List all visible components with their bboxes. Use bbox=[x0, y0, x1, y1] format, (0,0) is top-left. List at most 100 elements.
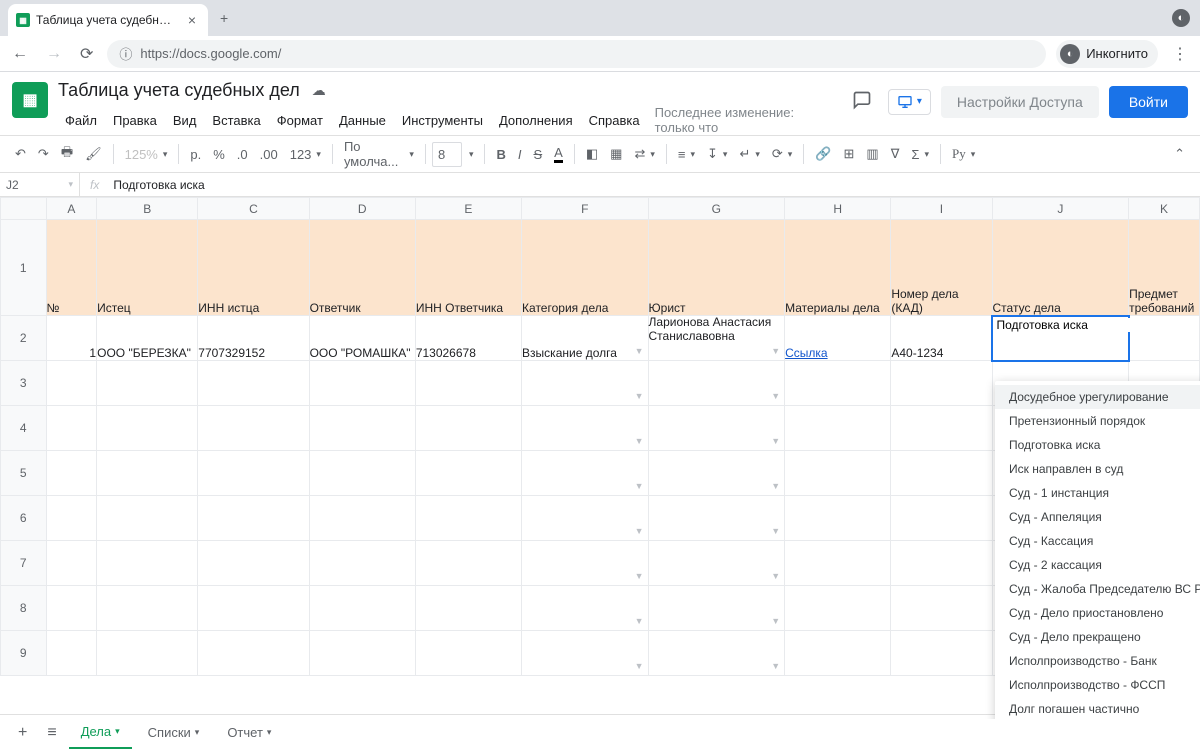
cell[interactable]: ▼ bbox=[522, 406, 648, 451]
cell[interactable] bbox=[309, 496, 415, 541]
undo-button[interactable]: ↶ bbox=[10, 142, 31, 166]
chevron-down-icon[interactable]: ▼ bbox=[771, 436, 780, 446]
cell[interactable]: ▼ bbox=[648, 541, 785, 586]
select-all-corner[interactable] bbox=[1, 198, 47, 220]
sheet-tab-spiski[interactable]: Списки▾ bbox=[136, 717, 212, 748]
cell[interactable] bbox=[198, 631, 309, 676]
merge-button[interactable]: ⇄ bbox=[629, 142, 659, 166]
cell[interactable] bbox=[97, 361, 198, 406]
row-header-7[interactable]: 7 bbox=[1, 541, 47, 586]
cell[interactable]: ▼ bbox=[522, 451, 648, 496]
cell[interactable] bbox=[309, 361, 415, 406]
chevron-down-icon[interactable]: ▼ bbox=[635, 346, 644, 356]
cell[interactable] bbox=[415, 361, 521, 406]
wrap-button[interactable]: ↵ bbox=[734, 142, 764, 166]
cell[interactable] bbox=[785, 631, 891, 676]
signin-button[interactable]: Войти bbox=[1109, 86, 1188, 118]
cell-K1[interactable]: Предмет требований bbox=[1129, 220, 1200, 316]
chevron-down-icon[interactable]: ▼ bbox=[635, 661, 644, 671]
col-header-J[interactable]: J bbox=[992, 198, 1129, 220]
cell[interactable] bbox=[785, 496, 891, 541]
number-format-selector[interactable]: 123 bbox=[285, 143, 326, 166]
fill-color-button[interactable]: ◧ bbox=[581, 142, 603, 166]
insert-link-button[interactable]: 🔗 bbox=[810, 142, 836, 166]
comments-icon[interactable] bbox=[846, 84, 878, 119]
browser-menu-button[interactable]: ⋮ bbox=[1168, 40, 1192, 68]
menu-help[interactable]: Справка bbox=[582, 109, 647, 132]
valign-button[interactable]: ↧ bbox=[702, 142, 732, 166]
functions-button[interactable]: Σ bbox=[906, 143, 934, 166]
cell-D2[interactable]: ООО "РОМАШКА" bbox=[309, 316, 415, 361]
cell[interactable] bbox=[891, 496, 992, 541]
cell-E1[interactable]: ИНН Ответчика bbox=[415, 220, 521, 316]
cell[interactable] bbox=[46, 451, 97, 496]
menu-view[interactable]: Вид bbox=[166, 109, 204, 132]
font-size-dd[interactable]: ▾ bbox=[464, 145, 479, 164]
cell[interactable] bbox=[97, 406, 198, 451]
chevron-down-icon[interactable]: ▼ bbox=[771, 616, 780, 626]
cell-G2[interactable]: Ларионова Анастасия Станиславовна▼ bbox=[648, 316, 785, 361]
cell[interactable] bbox=[891, 541, 992, 586]
cell-D1[interactable]: Ответчик bbox=[309, 220, 415, 316]
menu-insert[interactable]: Вставка bbox=[205, 109, 267, 132]
dropdown-option[interactable]: Суд - Дело приостановлено bbox=[995, 601, 1200, 625]
chevron-down-icon[interactable]: ▼ bbox=[635, 526, 644, 536]
chevron-down-icon[interactable]: ▼ bbox=[771, 346, 780, 356]
dropdown-option[interactable]: Суд - Аппеляция bbox=[995, 505, 1200, 529]
cell[interactable] bbox=[785, 586, 891, 631]
cell[interactable] bbox=[97, 586, 198, 631]
col-header-E[interactable]: E bbox=[415, 198, 521, 220]
col-header-F[interactable]: F bbox=[522, 198, 648, 220]
cell-J2[interactable] bbox=[992, 316, 1129, 361]
dropdown-option[interactable]: Подготовка иска bbox=[995, 433, 1200, 457]
cell[interactable] bbox=[198, 541, 309, 586]
cell-B2[interactable]: ООО "БЕРЕЗКА" bbox=[97, 316, 198, 361]
cell-A1[interactable]: № bbox=[46, 220, 97, 316]
browser-tab[interactable]: ▦ Таблица учета судебных дел × bbox=[8, 4, 208, 36]
chevron-down-icon[interactable]: ▼ bbox=[771, 481, 780, 491]
cell[interactable]: ▼ bbox=[648, 406, 785, 451]
present-button[interactable]: ▾ bbox=[888, 89, 931, 115]
font-size-input[interactable]: 8 bbox=[432, 142, 462, 167]
cell[interactable] bbox=[309, 541, 415, 586]
materials-link[interactable]: Ссылка bbox=[785, 346, 827, 360]
cell[interactable] bbox=[785, 361, 891, 406]
cell[interactable] bbox=[46, 541, 97, 586]
cell[interactable] bbox=[891, 451, 992, 496]
new-tab-button[interactable]: + bbox=[208, 10, 240, 26]
cell[interactable] bbox=[46, 406, 97, 451]
spreadsheet-grid[interactable]: A B C D E F G H I J K 1 № Истец ИНН истц… bbox=[0, 197, 1200, 719]
reload-button[interactable]: ⟳ bbox=[76, 40, 97, 68]
cell[interactable] bbox=[198, 451, 309, 496]
all-sheets-button[interactable]: ≡ bbox=[39, 718, 64, 748]
chevron-down-icon[interactable]: ▼ bbox=[771, 661, 780, 671]
currency-button[interactable]: р. bbox=[185, 143, 206, 166]
cell-F1[interactable]: Категория дела bbox=[522, 220, 648, 316]
cell-B1[interactable]: Истец bbox=[97, 220, 198, 316]
percent-button[interactable]: % bbox=[208, 143, 230, 166]
cell[interactable] bbox=[415, 586, 521, 631]
strike-button[interactable]: S bbox=[529, 143, 548, 166]
dropdown-option[interactable]: Долг погашен частично bbox=[995, 697, 1200, 719]
last-edit-text[interactable]: Последнее изменение: только что bbox=[655, 105, 836, 135]
sheet-tab-dela[interactable]: Дела▾ bbox=[69, 716, 132, 749]
chevron-down-icon[interactable]: ▼ bbox=[635, 616, 644, 626]
menu-addons[interactable]: Дополнения bbox=[492, 109, 580, 132]
chevron-down-icon[interactable]: ▾ bbox=[195, 727, 200, 738]
insert-chart-button[interactable]: ▥ bbox=[861, 142, 883, 166]
chevron-down-icon[interactable]: ▼ bbox=[771, 391, 780, 401]
cell[interactable] bbox=[891, 586, 992, 631]
chevron-down-icon[interactable]: ▼ bbox=[635, 481, 644, 491]
zoom-selector[interactable]: 125% bbox=[120, 143, 173, 166]
row-header-5[interactable]: 5 bbox=[1, 451, 47, 496]
cell[interactable]: ▼ bbox=[648, 361, 785, 406]
col-header-A[interactable]: A bbox=[46, 198, 97, 220]
cell-edit-input[interactable] bbox=[997, 318, 1133, 332]
borders-button[interactable]: ▦ bbox=[605, 142, 627, 166]
cell[interactable] bbox=[198, 406, 309, 451]
cell[interactable] bbox=[97, 451, 198, 496]
paint-format-button[interactable]: 🖌 bbox=[80, 142, 107, 166]
status-dropdown[interactable]: Досудебное урегулированиеПретензионный п… bbox=[995, 381, 1200, 719]
dropdown-option[interactable]: Претензионный порядок bbox=[995, 409, 1200, 433]
row-header-8[interactable]: 8 bbox=[1, 586, 47, 631]
